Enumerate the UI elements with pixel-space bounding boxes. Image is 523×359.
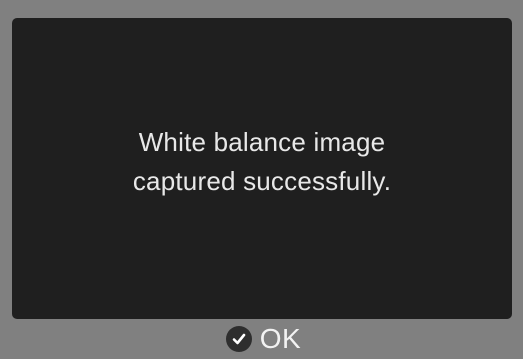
message-line-2: captured successfully.: [132, 165, 392, 196]
confirmation-message: White balance image captured successfull…: [133, 123, 391, 201]
camera-screen: White balance image captured successfull…: [0, 0, 523, 359]
message-panel: White balance image captured successfull…: [12, 18, 512, 319]
footer-bar: OK: [0, 319, 523, 359]
ok-button[interactable]: OK: [225, 323, 302, 354]
message-line-1: White balance image: [138, 126, 386, 157]
check-icon: [225, 326, 252, 352]
ok-label: OK: [259, 323, 302, 354]
